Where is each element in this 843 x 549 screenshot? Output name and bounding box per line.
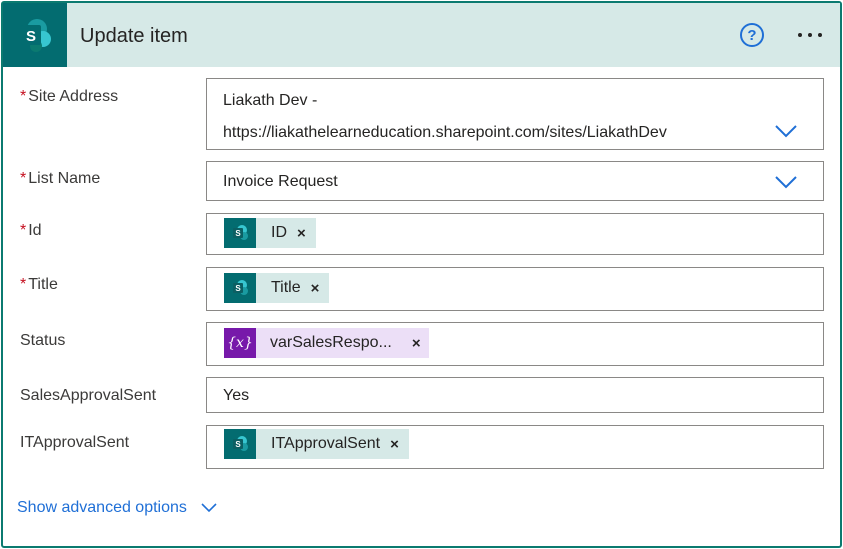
action-title: Update item (80, 25, 188, 47)
site-address-value-line2: https://liakathelearneducation.sharepoin… (223, 124, 667, 141)
action-header[interactable]: S Update item ? (3, 3, 840, 67)
list-name-label: * List Name (20, 170, 100, 188)
id-label-text: Id (28, 222, 42, 239)
id-field[interactable]: S ID × (206, 213, 824, 255)
id-label: * Id (20, 222, 42, 240)
title-label-text: Title (28, 276, 58, 293)
it-approval-sent-field[interactable]: S ITApprovalSent × (206, 425, 824, 469)
id-token[interactable]: S ID × (224, 218, 316, 248)
more-options-icon[interactable] (792, 25, 828, 45)
svg-text:S: S (235, 284, 241, 293)
required-marker: * (20, 170, 27, 187)
site-address-label-text: Site Address (28, 88, 119, 105)
list-name-dropdown[interactable]: Invoice Request (206, 161, 824, 201)
title-token[interactable]: S Title × (224, 273, 330, 303)
remove-token-icon[interactable]: × (412, 335, 421, 352)
sales-approval-sent-value: Yes (223, 387, 250, 404)
sharepoint-icon: S (224, 218, 256, 248)
site-address-label: * Site Address (20, 88, 118, 106)
status-label-text: Status (20, 332, 66, 349)
it-approval-sent-label-text: ITApprovalSent (20, 434, 130, 451)
title-token-label: Title (271, 279, 301, 296)
svg-text:S: S (235, 440, 241, 449)
sales-approval-sent-label-text: SalesApprovalSent (20, 387, 157, 404)
list-name-label-text: List Name (28, 170, 101, 187)
it-approval-sent-token[interactable]: S ITApprovalSent × (224, 429, 409, 459)
required-marker: * (20, 222, 27, 239)
title-field[interactable]: S Title × (206, 267, 824, 311)
chevron-down-icon (201, 503, 217, 513)
status-label: Status (20, 332, 65, 350)
show-advanced-options-link[interactable]: Show advanced options (17, 499, 217, 517)
it-approval-sent-label: ITApprovalSent (20, 434, 129, 452)
id-token-label: ID (271, 224, 287, 241)
show-advanced-options-label: Show advanced options (17, 499, 187, 516)
title-label: * Title (20, 276, 58, 294)
update-item-card: S Update item ? * Site Address Liakath De… (1, 1, 842, 548)
svg-text:S: S (235, 229, 241, 238)
site-address-value-line1: Liakath Dev - (223, 92, 318, 109)
required-marker: * (20, 88, 27, 105)
chevron-down-icon[interactable] (775, 124, 797, 138)
sales-approval-sent-input[interactable]: Yes (206, 377, 824, 413)
status-token[interactable]: {x} varSalesRespo... × (224, 328, 429, 358)
remove-token-icon[interactable]: × (311, 280, 320, 297)
site-address-dropdown[interactable]: Liakath Dev - https://liakathelearneduca… (206, 78, 824, 150)
required-marker: * (20, 276, 27, 293)
list-name-value: Invoice Request (223, 173, 338, 190)
status-token-label: varSalesRespo... (270, 334, 392, 351)
svg-text:S: S (26, 28, 36, 45)
variable-icon: {x} (224, 328, 256, 358)
sharepoint-icon: S (224, 273, 256, 303)
sales-approval-sent-label: SalesApprovalSent (20, 387, 156, 405)
remove-token-icon[interactable]: × (390, 436, 399, 453)
it-approval-sent-token-label: ITApprovalSent (271, 435, 381, 452)
status-field[interactable]: {x} varSalesRespo... × (206, 322, 824, 366)
remove-token-icon[interactable]: × (297, 225, 306, 242)
sharepoint-icon: S (224, 429, 256, 459)
help-icon[interactable]: ? (740, 23, 764, 47)
sharepoint-icon: S (3, 3, 67, 67)
chevron-down-icon[interactable] (775, 175, 797, 189)
